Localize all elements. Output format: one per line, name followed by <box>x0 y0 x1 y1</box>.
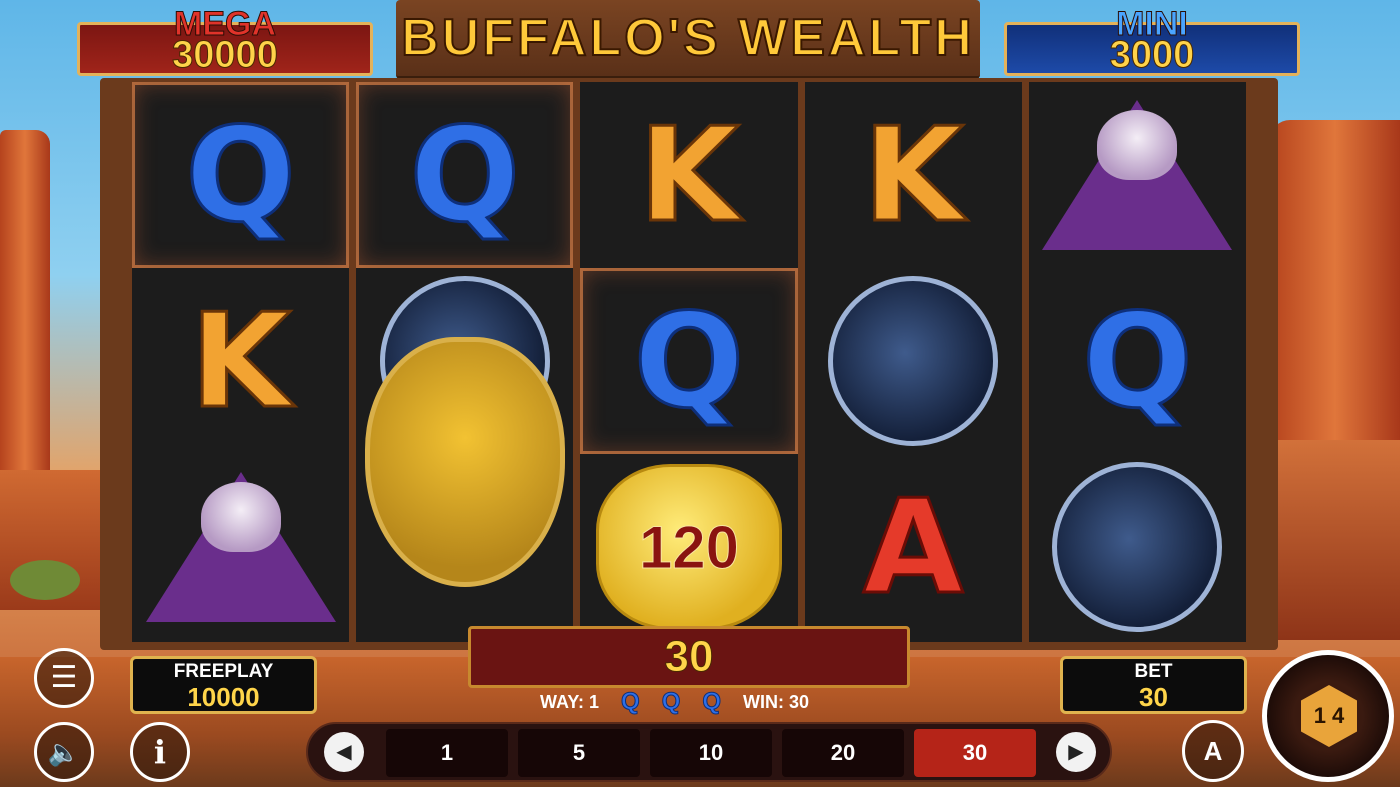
game-title: BUFFALO'S WEALTH <box>400 8 975 68</box>
symbol-q: Q <box>356 82 573 268</box>
symbol-eagle <box>1029 82 1246 268</box>
reel-1: Q K <box>132 82 350 642</box>
buffalo-icon <box>364 337 565 587</box>
way-symbol-q: Q <box>621 688 641 716</box>
symbol-letter: K <box>189 285 293 437</box>
hamburger-menu-icon: ☰ <box>50 661 78 694</box>
info-icon: i <box>153 733 167 771</box>
canyon-rock-left <box>0 130 50 510</box>
symbol-eagle <box>132 454 349 640</box>
reel-2: Q <box>356 82 574 642</box>
win-display: 30 <box>468 626 910 688</box>
way-symbol-q: Q <box>702 688 722 716</box>
symbol-letter: Q <box>184 99 298 251</box>
freeplay-label: FREEPLAY <box>173 661 274 682</box>
reels-grid: Q K Q K Q 120 K A Q <box>132 82 1247 642</box>
bet-option[interactable]: 20 <box>782 729 904 777</box>
mega-jackpot-value: 30000 <box>172 34 279 77</box>
symbol-q: Q <box>580 268 797 454</box>
symbol-q: Q <box>1029 268 1246 454</box>
mega-jackpot: MEGA 30000 <box>77 5 373 77</box>
symbol-letter: Q <box>408 99 522 251</box>
spin-button[interactable]: 1 4 <box>1262 650 1394 782</box>
bush <box>10 560 80 600</box>
freeplay-box: FREEPLAY 10000 <box>130 656 317 714</box>
symbol-k: K <box>132 268 349 454</box>
symbol-k: K <box>580 82 797 268</box>
freeplay-value: 10000 <box>187 682 260 712</box>
sound-button[interactable]: 🔈 <box>34 722 94 782</box>
right-arrow-icon: ▶ <box>1068 741 1084 763</box>
speaker-icon: 🔈 <box>47 737 81 767</box>
game-title-plate: BUFFALO'S WEALTH <box>396 0 980 79</box>
mini-jackpot-value: 3000 <box>1109 34 1195 77</box>
mini-jackpot: MINI 3000 <box>1004 5 1300 77</box>
symbol-k: K <box>805 82 1022 268</box>
symbol-panther <box>1029 454 1246 640</box>
symbol-coin: 120 <box>580 454 797 640</box>
bet-prev-button[interactable]: ◀ <box>324 732 364 772</box>
reel-4: K A <box>804 82 1022 642</box>
bet-option[interactable]: 5 <box>518 729 640 777</box>
bet-label: BET <box>1134 661 1173 682</box>
panther-icon <box>1052 462 1223 632</box>
win-amount: 30 <box>664 632 714 682</box>
panther-icon <box>828 276 999 446</box>
autoplay-icon: A <box>1203 736 1223 766</box>
menu-button[interactable]: ☰ <box>34 648 94 708</box>
way-win-label: WIN: 30 <box>743 691 810 712</box>
reel-3: K Q 120 <box>580 82 798 642</box>
bet-option[interactable]: 10 <box>650 729 772 777</box>
left-arrow-icon: ◀ <box>336 741 352 763</box>
symbol-letter: A <box>861 471 965 623</box>
spin-icon: 1 4 <box>1301 685 1357 747</box>
symbol-buffalo <box>356 282 573 642</box>
eagle-icon <box>1042 100 1233 250</box>
bet-option-selected[interactable]: 30 <box>914 729 1036 777</box>
bet-selector: ◀ 1 5 10 20 30 ▶ <box>306 722 1112 782</box>
bet-next-button[interactable]: ▶ <box>1056 732 1096 772</box>
info-button[interactable]: i <box>130 722 190 782</box>
gold-coin-icon: 120 <box>596 464 782 630</box>
canyon-rock-right <box>1270 120 1400 460</box>
reel-5: Q <box>1028 82 1247 642</box>
bet-option[interactable]: 1 <box>386 729 508 777</box>
bet-box: BET 30 <box>1060 656 1247 714</box>
symbol-letter: Q <box>632 285 746 437</box>
coin-value: 120 <box>638 513 740 581</box>
symbol-letter: K <box>637 99 741 251</box>
canyon-rock-right-lower <box>1275 440 1400 640</box>
bet-value: 30 <box>1139 682 1168 712</box>
symbol-a: A <box>805 454 1022 640</box>
autoplay-button[interactable]: A <box>1182 720 1244 782</box>
way-symbol-q: Q <box>661 688 681 716</box>
way-info: WAY: 1 Q Q Q WIN: 30 <box>540 688 870 716</box>
symbol-q: Q <box>132 82 349 268</box>
way-label: WAY: 1 <box>540 691 600 712</box>
symbol-letter: K <box>861 99 965 251</box>
symbol-panther <box>805 268 1022 454</box>
symbol-letter: Q <box>1081 285 1195 437</box>
eagle-icon <box>145 472 336 622</box>
